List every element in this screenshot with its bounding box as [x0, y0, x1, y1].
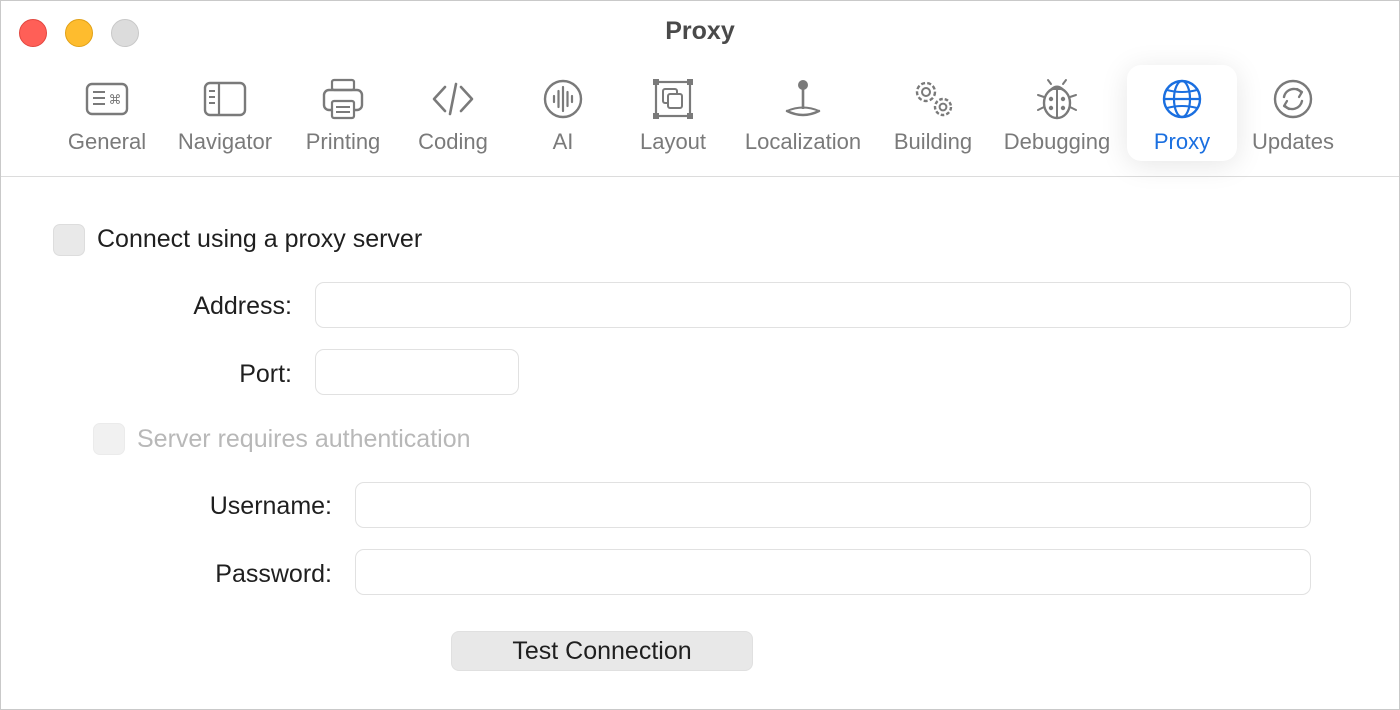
use-proxy-label: Connect using a proxy server — [97, 225, 423, 253]
tab-printing-label: Printing — [305, 129, 381, 154]
waveform-icon — [543, 79, 583, 119]
password-label: Password: — [215, 560, 332, 588]
test-connection-button[interactable]: Test Connection — [451, 631, 753, 671]
tab-navigator[interactable]: Navigator — [165, 65, 285, 161]
tab-localization-label: Localization — [744, 129, 862, 154]
preferences-window: Proxy ⌘ General Navigator Printing Codin… — [0, 0, 1400, 710]
tab-navigator-label: Navigator — [177, 129, 273, 154]
tab-coding[interactable]: Coding — [403, 65, 503, 161]
tab-proxy[interactable]: Proxy — [1127, 65, 1237, 161]
port-label: Port: — [239, 360, 292, 388]
ladybug-icon — [1037, 79, 1077, 120]
password-field[interactable] — [355, 549, 1311, 595]
proxy-settings-pane: Connect using a proxy server Address: Po… — [1, 177, 1399, 709]
code-brackets-icon — [432, 82, 474, 116]
printer-icon — [322, 78, 364, 120]
tab-layout[interactable]: Layout — [623, 65, 723, 161]
tab-proxy-label: Proxy — [1153, 129, 1211, 154]
keyboard-icon: ⌘ — [85, 82, 129, 116]
tab-debugging-label: Debugging — [1003, 129, 1111, 154]
auth-required-checkbox[interactable] — [93, 423, 125, 455]
tab-building[interactable]: Building — [883, 65, 983, 161]
address-label: Address: — [193, 292, 292, 320]
use-proxy-checkbox[interactable] — [53, 224, 85, 256]
tab-ai-label: AI — [552, 129, 574, 154]
svg-text:⌘: ⌘ — [109, 93, 122, 108]
address-field[interactable] — [315, 282, 1351, 328]
sidebar-icon — [203, 81, 247, 117]
port-field[interactable] — [315, 349, 519, 395]
window-title: Proxy — [665, 17, 735, 45]
refresh-icon — [1273, 79, 1313, 119]
tab-updates[interactable]: Updates — [1243, 65, 1343, 161]
tab-general[interactable]: ⌘ General — [57, 65, 157, 161]
gears-icon — [915, 81, 953, 117]
layout-frame-icon — [653, 79, 693, 119]
title-bar: Proxy ⌘ General Navigator Printing Codin… — [1, 1, 1399, 177]
auth-required-label: Server requires authentication — [137, 425, 471, 453]
tab-printing[interactable]: Printing — [293, 65, 393, 161]
joystick-icon — [785, 80, 821, 117]
tab-ai[interactable]: AI — [523, 65, 603, 161]
username-field[interactable] — [355, 482, 1311, 528]
tab-updates-label: Updates — [1252, 129, 1334, 154]
tab-debugging[interactable]: Debugging — [997, 65, 1117, 161]
globe-icon — [1162, 79, 1202, 119]
tab-layout-label: Layout — [639, 129, 707, 154]
tab-general-label: General — [67, 129, 147, 154]
username-label: Username: — [209, 492, 332, 520]
preferences-toolbar: ⌘ General Navigator Printing Coding AI L… — [1, 65, 1399, 165]
tab-building-label: Building — [893, 129, 973, 154]
tab-localization[interactable]: Localization — [737, 65, 869, 161]
tab-coding-label: Coding — [418, 129, 488, 154]
